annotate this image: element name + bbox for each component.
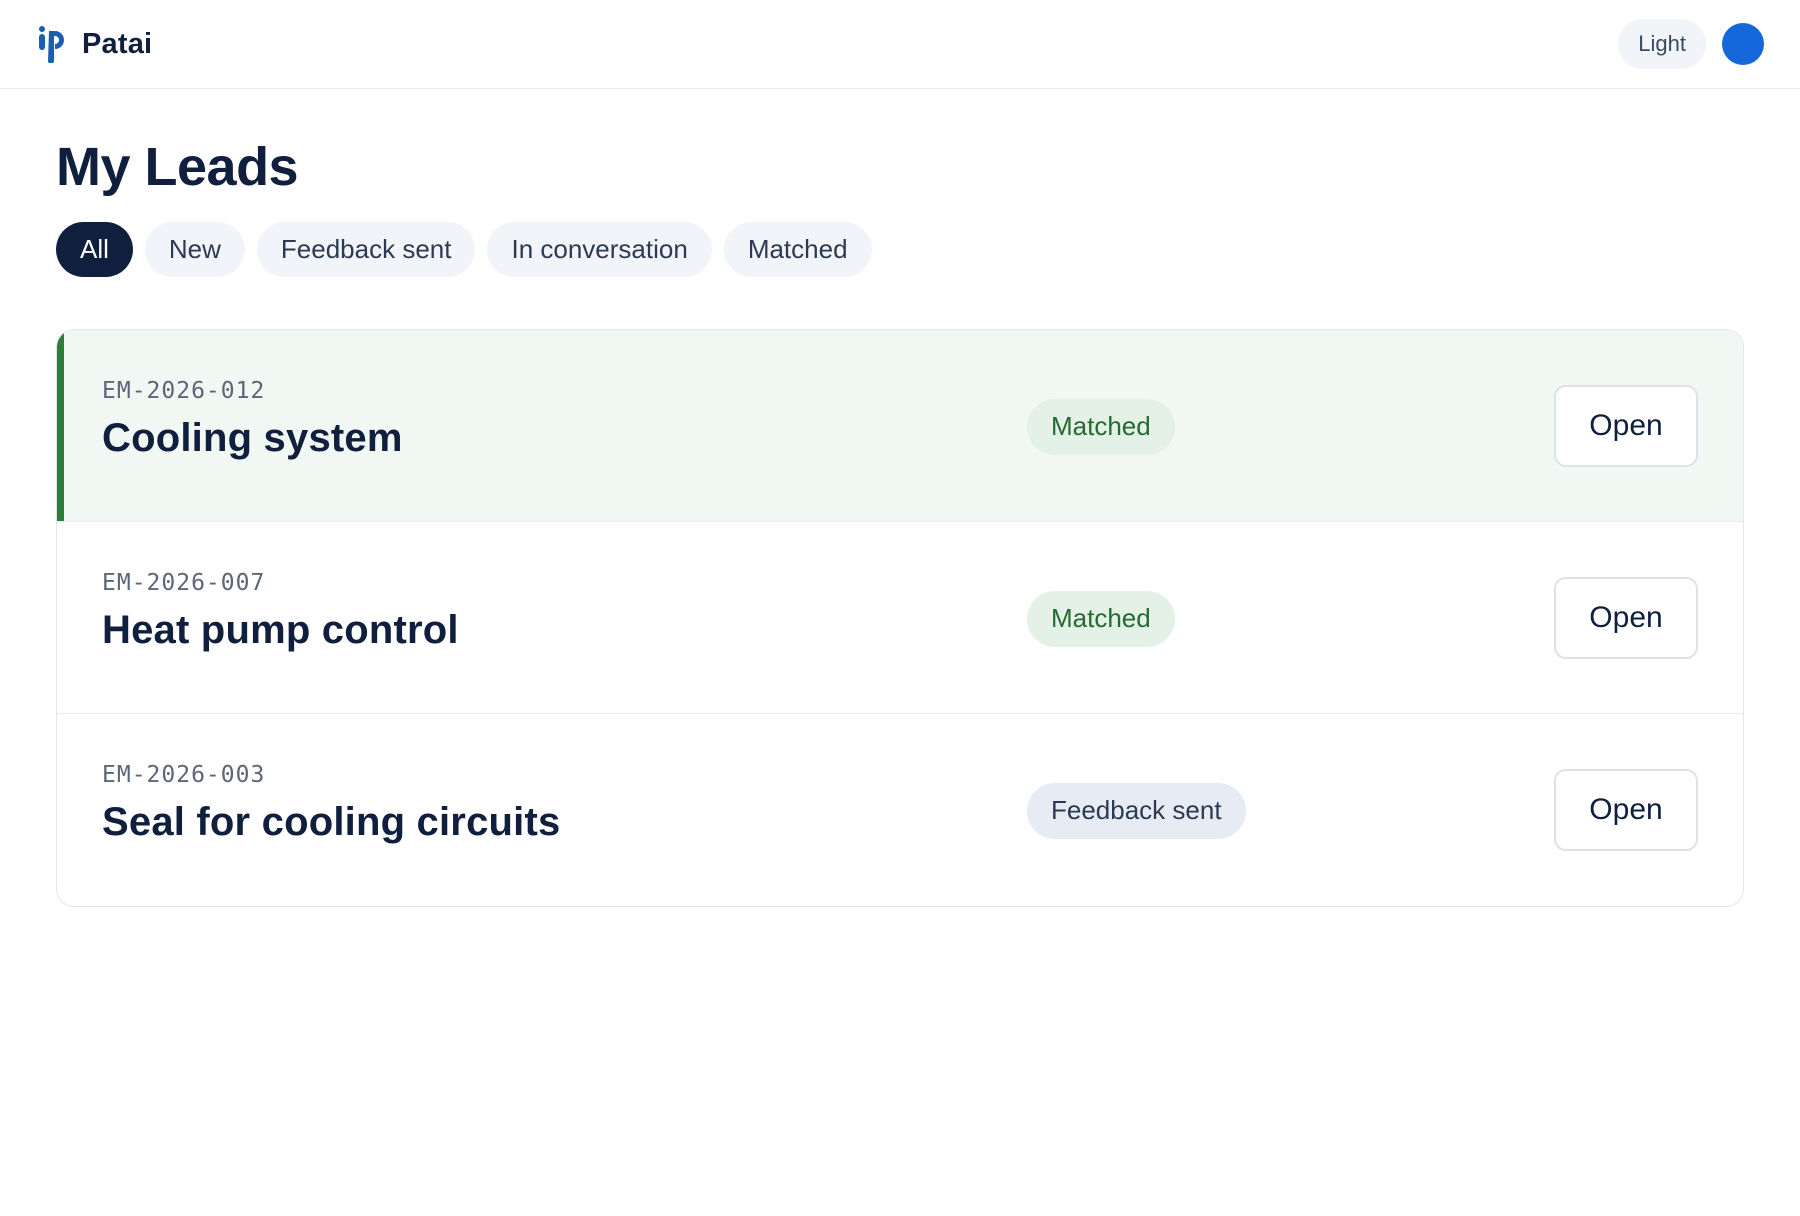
lead-info: EM-2026-003 Seal for cooling circuits (102, 762, 560, 845)
status-badge: Matched (1027, 398, 1175, 455)
open-lead-button[interactable]: Open (1554, 768, 1698, 851)
avatar[interactable] (1722, 23, 1764, 65)
lead-row[interactable]: EM-2026-012 Cooling system Matched Open (57, 329, 1743, 522)
lead-title: Heat pump control (102, 607, 459, 652)
status-badge: Matched (1027, 590, 1175, 647)
top-bar: Patai Light (0, 0, 1800, 89)
patai-logo-icon (36, 24, 68, 64)
lead-info: EM-2026-007 Heat pump control (102, 570, 459, 653)
filter-chip-matched[interactable]: Matched (723, 221, 872, 277)
filter-chip-in-conversation[interactable]: In conversation (487, 221, 712, 277)
lead-title: Seal for cooling circuits (102, 799, 561, 844)
lead-info: EM-2026-012 Cooling system (102, 378, 403, 461)
open-lead-button[interactable]: Open (1554, 384, 1698, 467)
lead-title: Cooling system (102, 415, 403, 460)
lead-row[interactable]: EM-2026-007 Heat pump control Matched Op… (57, 522, 1743, 714)
main-content: My Leads All New Feedback sent In conver… (56, 89, 1746, 907)
filter-chip-new[interactable]: New (144, 221, 245, 277)
brand-name: Patai (82, 27, 153, 60)
open-lead-button[interactable]: Open (1554, 576, 1698, 659)
filter-chips: All New Feedback sent In conversation Ma… (56, 221, 1746, 277)
lead-id: EM-2026-003 (102, 761, 266, 788)
leads-list: EM-2026-012 Cooling system Matched Open … (56, 328, 1744, 907)
page-title: My Leads (56, 137, 299, 197)
theme-toggle-button[interactable]: Light (1618, 19, 1706, 69)
lead-id: EM-2026-012 (102, 377, 266, 404)
status-badge: Feedback sent (1027, 782, 1246, 839)
top-actions: Light (1618, 19, 1764, 69)
lead-row[interactable]: EM-2026-003 Seal for cooling circuits Fe… (57, 714, 1743, 906)
brand[interactable]: Patai (36, 24, 152, 64)
lead-id: EM-2026-007 (102, 569, 266, 596)
filter-chip-all[interactable]: All (56, 221, 133, 277)
filter-chip-feedback-sent[interactable]: Feedback sent (256, 221, 476, 277)
